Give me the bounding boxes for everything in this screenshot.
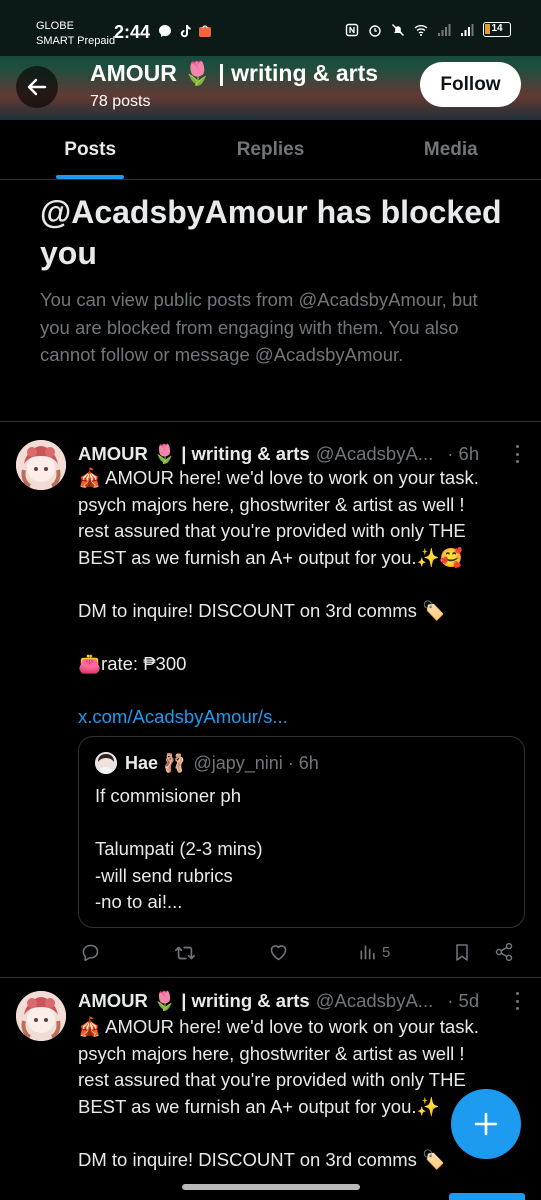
status-time: 2:44 [114,22,151,42]
battery-icon: 14 [483,22,511,37]
tab-posts[interactable]: Posts [0,120,180,179]
post-line: rest assured that you're provided with o… [78,1069,466,1090]
tab-replies[interactable]: Replies [180,120,360,179]
home-indicator[interactable] [182,1184,360,1190]
more-options-icon[interactable] [509,445,525,463]
post-line: psych majors here, ghostwriter & artist … [78,1042,465,1064]
nfc-icon [345,23,359,36]
bookmark-icon [456,944,468,961]
quoted-post[interactable]: Hae 🩰 @japy_nini · 6h If commisioner ph … [78,736,525,928]
post-time: · 6h [447,443,480,464]
carrier-label: GLOBE SMART Prepaid [36,19,115,49]
carrier-line-1: GLOBE [36,20,74,32]
repost-button[interactable] [174,942,196,964]
author-handle[interactable]: @AcadsbyA... [316,443,434,465]
active-tab-indicator [56,175,124,179]
author-name[interactable]: AMOUR 🌷 | writing & arts [78,443,310,465]
post-line: BEST as we furnish an A+ output for you.… [78,546,463,568]
post-header: AMOUR 🌷 | writing & arts @AcadsbyA... · … [78,989,525,1013]
tab-label: Media [423,138,478,160]
carrier-line-2: SMART Prepaid [36,35,116,47]
post-line: DM to inquire! DISCOUNT on 3rd comms 🏷️ [78,599,446,621]
quote-line: -no to ai!... [95,891,183,912]
mute-icon [392,23,404,36]
profile-title: AMOUR 🌷 | writing & arts [90,60,379,86]
post-line: 🎪 AMOUR here! we'd love to work on your … [78,467,479,488]
quote-text: If commisioner ph Talumpati (2-3 mins) -… [95,783,263,916]
reply-button[interactable] [80,942,101,963]
avatar[interactable] [16,440,66,490]
tab-label: Replies [236,138,305,160]
quote-line: If commisioner ph [95,785,241,806]
quote-author-handle: @japy_nini · 6h [193,752,319,773]
post-text: 🎪 AMOUR here! we'd love to work on your … [78,465,518,730]
blocked-body: You can view public posts from @AcadsbyA… [40,289,478,365]
notification-icons [158,24,212,38]
views-count: 5 [382,943,391,961]
post-count: 78 posts [90,93,151,110]
quote-line [95,810,263,837]
blocked-title: @AcadsbyAmour has blocked you [40,194,502,271]
compose-button[interactable] [451,1089,521,1159]
quote-avatar [95,752,117,774]
battery-level: 14 [491,23,503,34]
like-button[interactable] [268,942,289,963]
quote-author-name: Hae 🩰 [125,752,186,773]
post-line: DM to inquire! DISCOUNT on 3rd comms 🏷️ [78,1148,446,1170]
post-line: 🎪 AMOUR here! we'd love to work on your … [78,1016,479,1037]
tab-media[interactable]: Media [361,120,541,179]
post-line: 👛rate: ₱300 [78,652,187,674]
blocked-notice: @AcadsbyAmour has blocked you You can vi… [40,192,510,369]
avatar[interactable] [16,991,66,1041]
heart-icon [270,945,287,961]
post-line [78,624,518,651]
back-button[interactable] [16,66,58,108]
tiktok-icon [180,25,191,38]
author-handle[interactable]: @AcadsbyA... [316,990,434,1012]
more-options-icon[interactable] [509,992,525,1010]
share-button[interactable] [494,942,514,962]
views-icon [360,945,375,960]
avatar-image [16,440,66,490]
post-line [78,571,518,598]
views-button[interactable]: 5 [358,942,390,962]
messenger-icon [159,25,171,37]
post-time: · 5d [447,990,480,1011]
signal-icon-1 [438,23,451,36]
profile-tabs: Posts Replies Media [0,120,541,180]
post-line [78,677,518,704]
plus-icon [474,1112,498,1136]
signal-icon-2 [461,23,474,36]
alarm-icon [369,24,381,37]
partial-button [449,1193,525,1200]
follow-button[interactable]: Follow [420,62,521,107]
system-icons: 14 [345,22,511,37]
section-divider [0,421,541,422]
post-header: AMOUR 🌷 | writing & arts @AcadsbyA... · … [78,442,525,466]
avatar-image [16,991,66,1041]
reply-icon [82,944,99,962]
arrow-left-icon [27,78,47,96]
quote-line: Talumpati (2-3 mins) [95,838,263,859]
shopee-icon [199,25,211,37]
bookmark-button[interactable] [452,942,472,963]
post-link[interactable]: x.com/AcadsbyAmour/s... [78,704,518,731]
wifi-icon [414,24,428,36]
tab-label: Posts [64,138,117,160]
post-actions: 5 [78,942,518,966]
share-icon [495,942,513,962]
post-text: 🎪 AMOUR here! we'd love to work on your … [78,1014,518,1173]
status-bar: GLOBE SMART Prepaid 2:44 14 [0,0,541,56]
post-line: rest assured that you're provided with o… [78,520,466,541]
author-name[interactable]: AMOUR 🌷 | writing & arts [78,990,310,1012]
repost-icon [175,946,195,960]
post-divider [0,977,541,978]
quote-line: -will send rubrics [95,864,233,886]
quote-header: Hae 🩰 @japy_nini · 6h [95,752,319,774]
post-line: psych majors here, ghostwriter & artist … [78,493,465,515]
